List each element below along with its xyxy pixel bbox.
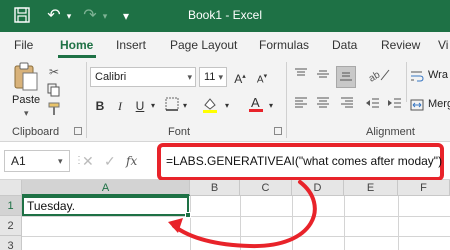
enter-icon[interactable]: ✓ xyxy=(104,152,116,170)
merge-center-icon[interactable] xyxy=(410,98,424,112)
align-left-icon[interactable] xyxy=(292,96,310,115)
chevron-down-icon: ▾ xyxy=(218,72,223,82)
alignment-group-label: Alignment xyxy=(366,126,415,138)
clipboard-launcher-icon[interactable] xyxy=(74,127,82,135)
tab-formulas[interactable]: Formulas xyxy=(259,38,309,52)
tab-data[interactable]: Data xyxy=(332,38,357,52)
decrease-indent-icon[interactable] xyxy=(364,96,382,115)
tab-review[interactable]: Review xyxy=(381,38,420,52)
align-right-icon[interactable] xyxy=(338,96,356,115)
align-bottom-icon[interactable] xyxy=(336,66,356,88)
font-color-dropdown-icon[interactable]: ▾ xyxy=(266,97,276,115)
tab-view[interactable]: Vi xyxy=(438,38,448,52)
group-divider xyxy=(406,62,407,102)
row-header-3[interactable]: 3 xyxy=(0,236,22,250)
borders-icon[interactable] xyxy=(164,97,180,116)
wrap-text-button[interactable]: Wra xyxy=(428,69,448,81)
tab-insert[interactable]: Insert xyxy=(116,38,146,52)
grid-line xyxy=(22,216,450,217)
chevron-down-icon: ▾ xyxy=(187,72,192,82)
insert-function-button[interactable]: fx xyxy=(126,152,137,170)
borders-dropdown-icon[interactable]: ▾ xyxy=(180,97,190,115)
column-header-e[interactable]: E xyxy=(344,180,398,196)
cancel-icon[interactable]: ✕ xyxy=(82,152,94,170)
font-group-label: Font xyxy=(168,126,191,138)
underline-button[interactable]: U xyxy=(132,97,148,115)
tab-file[interactable]: File xyxy=(14,38,33,52)
column-header-d[interactable]: D xyxy=(292,180,344,196)
align-middle-icon[interactable] xyxy=(314,66,332,86)
font-family-select[interactable]: Calibri ▾ xyxy=(90,67,196,87)
format-painter-icon[interactable] xyxy=(46,102,62,118)
fill-color-icon[interactable] xyxy=(200,96,220,119)
wrap-text-icon[interactable] xyxy=(410,69,424,83)
select-all-button[interactable] xyxy=(0,180,22,196)
grid-line xyxy=(344,196,345,250)
column-header-c[interactable]: C xyxy=(240,180,292,196)
window-title: Book1 - Excel xyxy=(187,8,263,22)
column-header-b[interactable]: B xyxy=(190,180,240,196)
tab-page-layout[interactable]: Page Layout xyxy=(170,38,237,52)
grid-line xyxy=(190,196,191,250)
paste-icon[interactable] xyxy=(12,62,40,92)
svg-text:A: A xyxy=(251,95,260,110)
grid-line xyxy=(292,196,293,250)
grid-line xyxy=(398,196,399,250)
font-family-value: Calibri xyxy=(95,71,127,83)
font-launcher-icon[interactable] xyxy=(274,127,282,135)
font-color-icon[interactable]: A xyxy=(248,94,264,119)
fill-handle[interactable] xyxy=(185,212,191,218)
cell-a1[interactable]: Tuesday. xyxy=(22,196,189,216)
group-divider xyxy=(86,62,87,138)
group-divider xyxy=(286,62,287,138)
decrease-font-size-icon[interactable]: A▾ xyxy=(254,68,270,89)
bold-button[interactable]: B xyxy=(92,97,108,115)
clipboard-group-label: Clipboard xyxy=(12,126,60,138)
tab-home[interactable]: Home xyxy=(60,38,93,52)
grid-line xyxy=(240,196,241,250)
svg-text:ab: ab xyxy=(367,69,382,84)
align-top-icon[interactable] xyxy=(292,66,310,86)
underline-dropdown-icon[interactable]: ▾ xyxy=(148,97,158,115)
column-header-a[interactable]: A xyxy=(22,180,190,196)
paste-dropdown-icon[interactable]: ▾ xyxy=(24,108,29,119)
orientation-icon[interactable]: ab xyxy=(366,66,394,86)
grid-line xyxy=(22,236,450,237)
formula-input[interactable]: =LABS.GENERATIVEAI("what comes after mod… xyxy=(166,154,442,168)
fill-color-dropdown-icon[interactable]: ▾ xyxy=(222,97,232,115)
chevron-down-icon[interactable]: ▾ xyxy=(58,150,63,172)
cut-icon[interactable]: ✂ xyxy=(46,64,62,80)
copy-icon[interactable] xyxy=(46,83,62,99)
italic-button[interactable]: I xyxy=(112,97,128,115)
merge-center-button[interactable]: Merg xyxy=(428,98,450,110)
paste-button[interactable]: Paste xyxy=(12,94,40,106)
font-size-select[interactable]: 11 ▾ xyxy=(199,67,227,87)
row-header-2[interactable]: 2 xyxy=(0,216,22,236)
column-header-f[interactable]: F xyxy=(398,180,450,196)
align-center-icon[interactable] xyxy=(314,96,332,115)
font-size-value: 11 xyxy=(204,71,216,83)
row-header-1[interactable]: 1 xyxy=(0,196,22,216)
increase-font-size-icon[interactable]: A▴ xyxy=(232,68,248,88)
increase-indent-icon[interactable] xyxy=(386,96,404,115)
